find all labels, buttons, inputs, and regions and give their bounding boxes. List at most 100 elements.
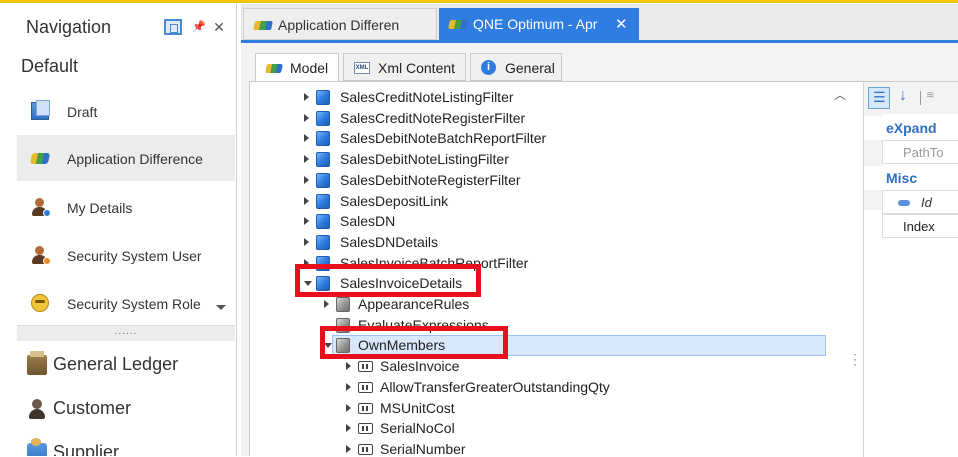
class-cube-icon: [316, 214, 330, 230]
application-difference-icon: [448, 20, 468, 29]
tree-node-label: SalesDNDetails: [340, 233, 439, 250]
nav-item-security-system-user[interactable]: Security System User: [17, 232, 235, 278]
tree-scrollbar[interactable]: ︿: [830, 82, 848, 457]
nav-item-label: Security System Role: [67, 296, 201, 312]
tree-node-label: AppearanceRules: [358, 296, 470, 312]
property-row-index[interactable]: Index: [882, 214, 958, 238]
expand-arrow-icon[interactable]: [304, 93, 309, 101]
nav-item-label: Draft: [67, 104, 98, 120]
tree-node[interactable]: SalesInvoice: [250, 356, 850, 377]
tree-node[interactable]: SalesDepositLink: [250, 191, 850, 212]
tree-node[interactable]: SalesDebitNoteBatchReportFilter: [250, 128, 850, 149]
categorized-view-icon[interactable]: [868, 87, 890, 109]
dock-icon[interactable]: [164, 19, 182, 35]
tree-node-label: SalesDepositLink: [340, 192, 449, 209]
tree-node-label: SalesCreditNoteRegisterFilter: [340, 109, 526, 126]
close-tab-icon[interactable]: ✕: [615, 15, 628, 33]
supplier-icon: [27, 438, 47, 456]
class-cube-icon: [316, 131, 330, 147]
model-tree[interactable]: SalesCreditNoteListingFilter SalesCreditN…: [250, 82, 850, 457]
tree-node-label: SalesDebitNoteListingFilter: [340, 151, 509, 168]
navigation-group-title[interactable]: Default: [21, 56, 78, 77]
scroll-up-icon[interactable]: ︿: [834, 86, 846, 103]
tree-node-label: AllowTransferGreaterOutstandingQty: [380, 378, 610, 395]
model-icon: [265, 64, 283, 73]
navigation-splitter[interactable]: ......: [17, 325, 235, 341]
tab-label: Application Differen: [278, 17, 400, 33]
module-label: Supplier: [53, 442, 120, 456]
category-label: Misc: [886, 170, 918, 186]
expand-arrow-icon[interactable]: [304, 155, 309, 164]
expand-arrow-icon[interactable]: [346, 444, 351, 453]
tab-label: Xml Content: [378, 60, 456, 76]
scroll-down-icon[interactable]: [216, 305, 226, 310]
tab-application-difference[interactable]: Application Differen: [243, 8, 437, 40]
property-grid-toolbar: ≋: [864, 82, 958, 114]
module-supplier[interactable]: Supplier: [9, 430, 236, 456]
toolbar-divider: [920, 91, 921, 105]
class-cube-icon: [316, 110, 330, 126]
tree-node-label: SalesDebitNoteRegisterFilter: [340, 171, 521, 188]
property-row-id[interactable]: Id: [882, 190, 958, 214]
module-general-ledger[interactable]: General Ledger: [9, 342, 236, 386]
property-name: PathTo: [903, 145, 944, 160]
nav-item-application-difference[interactable]: Application Difference: [17, 135, 235, 181]
property-name: Index: [903, 219, 935, 234]
expand-arrow-icon[interactable]: [346, 403, 351, 412]
tree-node[interactable]: SalesDebitNoteListingFilter: [250, 149, 850, 170]
draft-icon: [31, 100, 50, 120]
close-icon[interactable]: ✕: [210, 19, 228, 35]
tab-model[interactable]: Model: [255, 53, 339, 82]
expand-arrow-icon[interactable]: [346, 362, 351, 371]
expand-arrow-icon[interactable]: [304, 196, 309, 205]
expand-arrow-icon[interactable]: [304, 217, 309, 226]
tree-node[interactable]: AllowTransferGreaterOutstandingQty: [250, 377, 850, 398]
property-icon: [358, 443, 373, 455]
property-name: Id: [921, 195, 932, 210]
nav-item-my-details[interactable]: My Details: [17, 184, 235, 230]
tree-node[interactable]: SalesDNDetails: [250, 232, 850, 253]
property-pages-icon[interactable]: ≋: [926, 90, 940, 104]
property-icon: [358, 361, 373, 373]
tree-node[interactable]: SerialNoCol: [250, 418, 850, 439]
panel-splitter[interactable]: · · ·: [853, 348, 857, 370]
nav-item-draft[interactable]: Draft: [17, 88, 235, 134]
category-label: eXpand: [886, 120, 937, 136]
tree-node[interactable]: AppearanceRules: [250, 294, 850, 315]
tree-node[interactable]: SalesCreditNoteRegisterFilter: [250, 108, 850, 129]
property-category-expand[interactable]: eXpand: [864, 116, 958, 140]
tab-qne-optimum[interactable]: QNE Optimum - Apr ✕: [439, 8, 639, 40]
expand-arrow-icon[interactable]: [346, 382, 351, 391]
inner-tab-area: Model XML Xml Content i General SalesCre…: [241, 43, 958, 457]
nav-item-security-system-role[interactable]: Security System Role: [17, 280, 235, 326]
tree-node[interactable]: SalesDebitNoteRegisterFilter: [250, 170, 850, 191]
property-category-misc[interactable]: Misc: [864, 166, 958, 190]
expand-arrow-icon[interactable]: [304, 175, 309, 184]
class-cube-icon: [316, 172, 330, 188]
navigation-panel: Navigation 📌 ✕ Default Draft Application…: [9, 4, 237, 456]
property-icon: [358, 423, 373, 435]
tree-node-label: SalesDN: [340, 213, 396, 230]
tab-label: General: [505, 60, 555, 76]
sort-alphabetical-icon[interactable]: [894, 87, 916, 109]
tree-node[interactable]: MSUnitCost: [250, 398, 850, 419]
tree-node[interactable]: SalesCreditNoteListingFilter: [250, 87, 850, 108]
expand-arrow-icon[interactable]: [304, 134, 309, 143]
property-row-pathto[interactable]: PathTo: [882, 140, 958, 164]
expand-arrow-icon[interactable]: [324, 300, 329, 308]
pin-icon[interactable]: 📌: [190, 19, 208, 35]
nav-item-label: Security System User: [67, 248, 202, 264]
node-cube-icon: [336, 297, 350, 312]
tree-node[interactable]: SerialNumber: [250, 439, 850, 457]
module-customer[interactable]: Customer: [9, 386, 236, 430]
security-user-icon: [31, 246, 51, 265]
expand-arrow-icon[interactable]: [304, 113, 309, 122]
window-top-border: [0, 0, 958, 3]
tree-node[interactable]: SalesDN: [250, 211, 850, 232]
expand-arrow-icon[interactable]: [304, 237, 309, 246]
navigation-title: Navigation: [26, 17, 112, 37]
tab-general[interactable]: i General: [470, 53, 562, 81]
tab-xml-content[interactable]: XML Xml Content: [343, 53, 466, 81]
annotation-highlight-box: [295, 264, 481, 298]
expand-arrow-icon[interactable]: [346, 424, 351, 433]
